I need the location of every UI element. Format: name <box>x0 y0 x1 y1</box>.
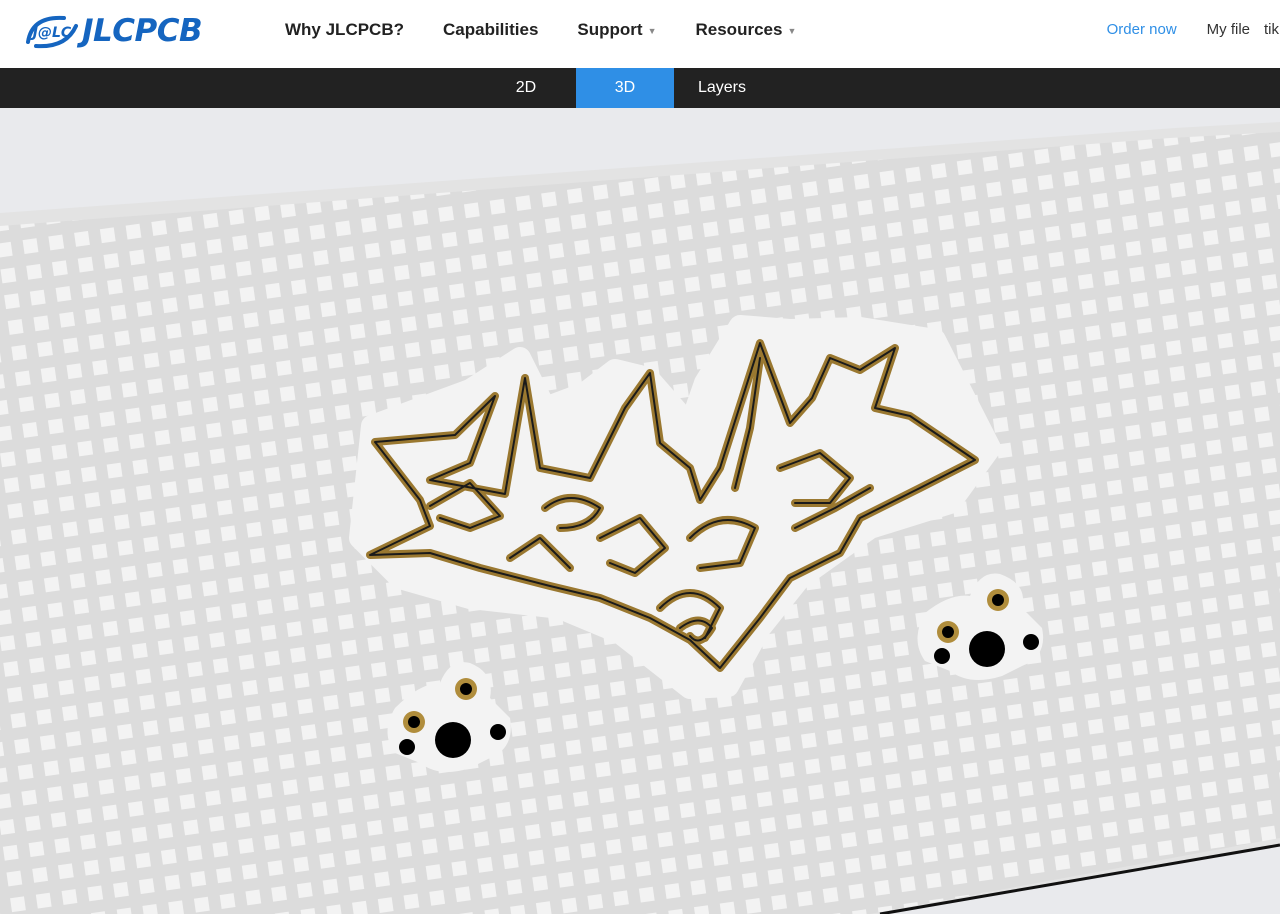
caret-down-icon: ▼ <box>787 26 797 36</box>
tab-3d[interactable]: 3D <box>576 68 674 108</box>
main-nav: Why JLCPCB? Capabilities Support ▼ Resou… <box>285 0 835 60</box>
nav-capabilities[interactable]: Capabilities <box>443 20 538 40</box>
nav-why-jlcpcb[interactable]: Why JLCPCB? <box>285 20 404 40</box>
caret-down-icon: ▼ <box>647 26 657 36</box>
tab-2d[interactable]: 2D <box>477 68 575 108</box>
viewer-tab-bar: 2D 3D Layers <box>0 68 1280 108</box>
nav-resources-label: Resources <box>695 20 783 39</box>
pcb-3d-render <box>0 108 1280 914</box>
nav-support[interactable]: Support ▼ <box>577 20 656 40</box>
jlc-badge-icon: J@LC <box>26 15 78 49</box>
user-menu-link[interactable]: tik <box>1264 21 1280 38</box>
my-file-link[interactable]: My file <box>1207 21 1250 38</box>
logo-badge-text: J@LC <box>30 25 72 41</box>
nav-capabilities-label: Capabilities <box>443 20 539 39</box>
top-navigation-bar: J@LC JLCPCB Why JLCPCB? Capabilities Sup… <box>0 0 1280 68</box>
tab-layers[interactable]: Layers <box>673 68 771 108</box>
logo-text: JLCPCB <box>82 13 203 49</box>
pcb-3d-viewport[interactable] <box>0 108 1280 914</box>
nav-why-jlcpcb-label: Why JLCPCB? <box>285 20 404 39</box>
nav-resources[interactable]: Resources ▼ <box>696 20 797 40</box>
nav-support-label: Support <box>577 20 643 39</box>
header-actions: Order now My file tik <box>1107 0 1280 58</box>
jlcpcb-logo[interactable]: J@LC JLCPCB <box>24 10 203 52</box>
order-now-link[interactable]: Order now <box>1107 21 1177 38</box>
